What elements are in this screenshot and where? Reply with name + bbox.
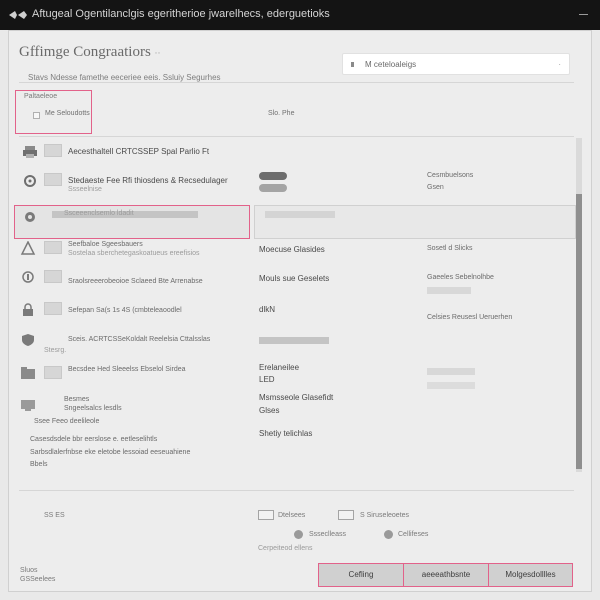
status-pill	[259, 172, 287, 180]
search-field[interactable]: ·	[342, 53, 570, 75]
row-column-value: LED	[259, 375, 275, 384]
column-header[interactable]: Slo. Phe	[268, 110, 294, 117]
footer-toggle[interactable]	[258, 510, 274, 520]
row-value: Cesmbuelsons	[427, 172, 474, 179]
row-title[interactable]: Sceis. ACRTCSSeKoldalt Reelelsia Cttalss…	[68, 336, 210, 343]
row-column-value: Mouls sue Geselets	[259, 274, 330, 283]
search-input[interactable]	[365, 57, 545, 71]
row-title[interactable]: Ssceeenclsemlo ldadit	[64, 210, 134, 217]
row-column-value: Moecuse Glasides	[259, 245, 325, 254]
row-placeholder-bar	[259, 337, 329, 344]
select-all-label: Me Seloudotts	[45, 110, 90, 117]
row-title[interactable]: Aecesthaltell CRTCSSEP Spal Parlio Ft	[68, 147, 209, 156]
row-title[interactable]: Besmes	[64, 396, 89, 403]
row-placeholder-bar	[427, 382, 475, 389]
row-column-value: Shetiy telichlas	[259, 429, 313, 438]
footer-option[interactable]: S Siruseleoetes	[360, 512, 409, 519]
radio-option[interactable]	[294, 530, 303, 539]
row-thumbnail	[44, 241, 62, 254]
row-column-value: Glses	[259, 406, 280, 415]
app-logo-icon	[9, 11, 27, 19]
row-title[interactable]: Sefepan Sa(s 1s 4S (cmbteleaoodlel	[68, 307, 182, 314]
footer-toggle[interactable]	[338, 510, 354, 520]
row-column-value: Erelaneilee	[259, 363, 300, 372]
divider	[19, 490, 574, 491]
folder-icon	[21, 367, 35, 379]
row-title[interactable]: Stedaeste Fee Rfi thiosdens & Recsedulag…	[68, 176, 228, 185]
settings-icon	[24, 175, 36, 187]
cancel-button[interactable]: Cefling	[318, 563, 404, 587]
row-title[interactable]: Sraolsreeerobeoioe Sclaeed Bte Arrenabse	[68, 278, 203, 285]
save-button[interactable]: Molgesdolllles	[488, 563, 573, 587]
row-value: Gaeeles Sebelnolhbe	[427, 274, 494, 281]
row-thumbnail	[44, 270, 62, 283]
apply-button[interactable]: aeeeathbsnte	[403, 563, 489, 587]
row-column-value: dlkN	[259, 305, 276, 314]
title-bar: Aftugeal Ogentilanclgis egeritherioe jwa…	[0, 0, 600, 30]
row-value: Gsen	[427, 184, 444, 191]
minimize-button[interactable]	[579, 14, 588, 15]
row-title[interactable]: Becsdee Hed Sleeelss Ebselol Sirdea	[68, 366, 186, 373]
bottom-status: Sluos GSSeelees	[20, 567, 56, 583]
key-icon	[22, 271, 34, 283]
row-thumbnail	[44, 302, 62, 315]
note-line: Casesdsdele bbr eerslose e. eetleselihtl…	[30, 436, 158, 443]
row-placeholder-bar	[265, 211, 335, 218]
row-title[interactable]: Ssee Feeo deelileole	[34, 418, 99, 425]
footer-option[interactable]: Dtelsees	[278, 512, 305, 519]
row-thumbnail	[44, 144, 62, 157]
select-all-checkbox[interactable]	[33, 112, 40, 119]
row-value: Celsies Reusesl Ueruerhen	[427, 314, 513, 321]
search-options-icon[interactable]: ·	[558, 60, 561, 69]
printer-icon	[23, 146, 37, 158]
page-subtitle: Stavs Ndesse famethe eeceriee eeis. Sslu…	[28, 73, 221, 82]
row-thumbnail	[44, 173, 62, 186]
footer-label: SS ES	[44, 512, 65, 519]
row-title[interactable]: Seefbaloe Sgeesbauers	[68, 241, 143, 248]
scrollbar-thumb[interactable]	[576, 194, 582, 469]
divider	[19, 136, 574, 137]
status-pill	[259, 184, 287, 192]
search-icon	[351, 62, 354, 67]
window-title: Aftugeal Ogentilanclgis egeritherioe jwa…	[32, 8, 330, 20]
monitor-icon	[21, 400, 35, 411]
page-title: Gffimge Congraatiors ··	[19, 44, 161, 60]
filter-label: Paltaeleoe	[24, 93, 58, 100]
row-column-value: Msmsseole Glasefidt	[259, 393, 334, 402]
footer-option: Cerpeiteod ellens	[258, 545, 313, 552]
row-subtitle: Sostelaa sberchetegaskoatueus ereefisios	[68, 250, 200, 257]
row-subtitle: Sngeelsalcs lesdls	[64, 405, 122, 412]
note-line: Bbels	[30, 461, 48, 468]
radio-option[interactable]	[384, 530, 393, 539]
divider	[19, 82, 574, 83]
row-placeholder-bar	[427, 287, 471, 294]
lock-icon	[23, 303, 33, 316]
footer-option[interactable]: Cellifeses	[398, 531, 428, 538]
row-value: Sosetl d Slicks	[427, 245, 473, 252]
row-placeholder-bar	[427, 368, 475, 375]
note-line: Sarbsdlalerfnbse eke eletobe lessoiad ee…	[30, 449, 191, 456]
users-icon	[20, 241, 36, 255]
gear-icon	[25, 212, 35, 222]
footer-option[interactable]: Ssseclleass	[309, 531, 346, 538]
row-subtitle: Stesrg.	[44, 347, 67, 354]
shield-icon	[22, 334, 34, 346]
row-thumbnail	[44, 366, 62, 379]
row-subtitle: Ssseelnise	[68, 186, 102, 193]
